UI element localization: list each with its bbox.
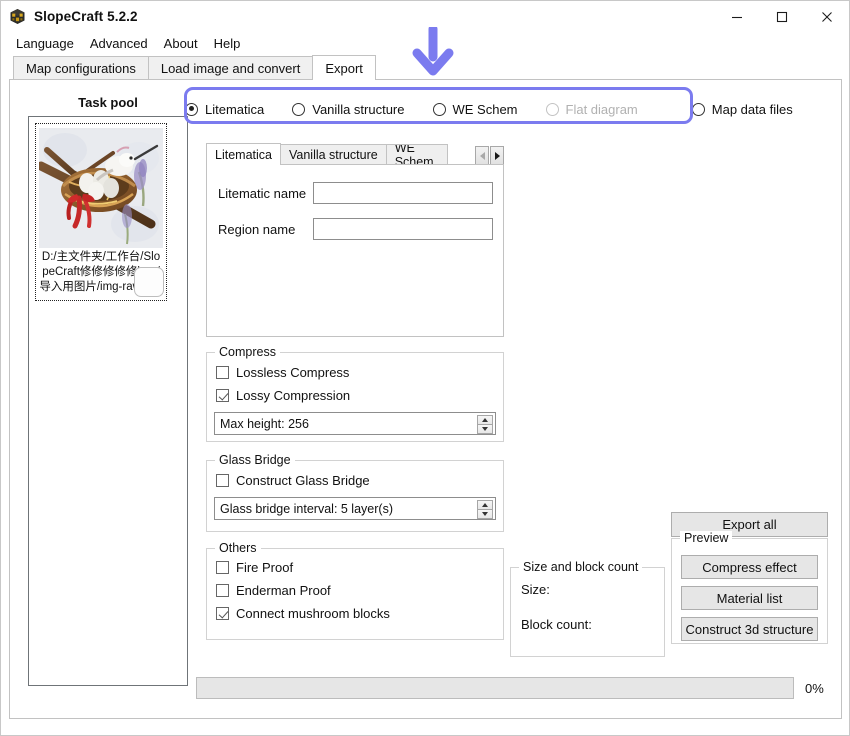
task-pool-title: Task pool bbox=[14, 95, 202, 110]
checkbox-indicator bbox=[216, 474, 229, 487]
main-tab-bar: Map configurations Load image and conver… bbox=[1, 55, 849, 80]
spinner-up-button[interactable] bbox=[477, 415, 493, 424]
app-cube-icon bbox=[9, 8, 26, 25]
region-name-row: Region name bbox=[218, 218, 503, 240]
menu-item-advanced[interactable]: Advanced bbox=[82, 34, 156, 54]
tab-export[interactable]: Export bbox=[312, 55, 376, 80]
radio-label: WE Schem bbox=[453, 102, 518, 117]
others-group-title: Others bbox=[215, 541, 261, 555]
compress-effect-button[interactable]: Compress effect bbox=[681, 555, 818, 579]
litematica-tab-page: Litematic name Region name bbox=[206, 164, 504, 337]
checkbox-label: Lossless Compress bbox=[236, 365, 349, 380]
task-pool-item[interactable]: D:/主文件夹/工作台/SlopeCraft修修修修修bug/导入用图片/img… bbox=[35, 123, 167, 301]
radio-indicator bbox=[292, 103, 305, 116]
checkbox-lossless-compress[interactable]: Lossless Compress bbox=[216, 365, 503, 380]
spinner-arrows[interactable] bbox=[477, 415, 493, 434]
scroll-right-arrow[interactable] bbox=[490, 146, 504, 165]
preview-group: Preview Compress effect Material list Co… bbox=[671, 538, 828, 644]
litematic-name-label: Litematic name bbox=[218, 186, 313, 201]
title-bar: SlopeCraft 5.2.2 bbox=[1, 1, 849, 32]
task-thumbnail-badge[interactable] bbox=[134, 267, 164, 297]
compress-group-title: Compress bbox=[215, 345, 280, 359]
material-list-button[interactable]: Material list bbox=[681, 586, 818, 610]
radio-indicator bbox=[433, 103, 446, 116]
checkbox-indicator bbox=[216, 584, 229, 597]
checkbox-indicator bbox=[216, 607, 229, 620]
window-title: SlopeCraft 5.2.2 bbox=[34, 9, 138, 24]
checkbox-fire-proof[interactable]: Fire Proof bbox=[216, 560, 503, 575]
region-name-input[interactable] bbox=[313, 218, 493, 240]
spinner-down-button[interactable] bbox=[477, 509, 493, 519]
inner-tab-vanilla-structure[interactable]: Vanilla structure bbox=[280, 144, 387, 165]
glass-bridge-interval-spinbox[interactable]: Glass bridge interval: 5 layer(s) bbox=[214, 497, 496, 520]
spinner-up-button[interactable] bbox=[477, 500, 493, 509]
compress-group: Compress Lossless Compress Lossy Compres… bbox=[206, 352, 504, 442]
construct-3d-structure-button[interactable]: Construct 3d structure bbox=[681, 617, 818, 641]
inner-tab-we-schem[interactable]: WE Schem bbox=[386, 144, 448, 165]
export-format-tab-bar: Litematica Vanilla structure WE Schem bbox=[206, 143, 504, 165]
close-button[interactable] bbox=[804, 1, 849, 32]
glass-bridge-group-title: Glass Bridge bbox=[215, 453, 295, 467]
inner-tab-litematica[interactable]: Litematica bbox=[206, 143, 281, 165]
menu-bar: Language Advanced About Help bbox=[1, 32, 849, 55]
progress-area: 0% bbox=[196, 676, 841, 700]
radio-indicator bbox=[546, 103, 559, 116]
size-block-count-title: Size and block count bbox=[519, 560, 642, 574]
size-value-label: Size: bbox=[521, 582, 664, 597]
radio-label: Map data files bbox=[712, 102, 793, 117]
checkbox-label: Lossy Compression bbox=[236, 388, 350, 403]
block-count-value-label: Block count: bbox=[521, 617, 664, 632]
preview-group-title: Preview bbox=[680, 531, 732, 545]
size-and-block-count-group: Size and block count Size: Block count: bbox=[510, 567, 665, 657]
radio-vanilla-structure[interactable]: Vanilla structure bbox=[292, 102, 404, 117]
glass-bridge-interval-value: Glass bridge interval: 5 layer(s) bbox=[215, 502, 393, 516]
checkbox-enderman-proof[interactable]: Enderman Proof bbox=[216, 583, 503, 598]
region-name-label: Region name bbox=[218, 222, 313, 237]
spinner-arrows[interactable] bbox=[477, 500, 493, 519]
radio-label: Litematica bbox=[205, 102, 264, 117]
menu-item-about[interactable]: About bbox=[156, 34, 206, 54]
radio-indicator bbox=[692, 103, 705, 116]
spinner-down-button[interactable] bbox=[477, 424, 493, 434]
litematic-name-row: Litematic name bbox=[218, 182, 503, 204]
window-controls bbox=[714, 1, 849, 32]
progress-bar bbox=[196, 677, 794, 699]
checkbox-label: Fire Proof bbox=[236, 560, 293, 575]
max-height-value: Max height: 256 bbox=[215, 417, 309, 431]
checkbox-label: Construct Glass Bridge bbox=[236, 473, 370, 488]
radio-flat-diagram: Flat diagram bbox=[546, 102, 638, 117]
radio-indicator bbox=[185, 103, 198, 116]
checkbox-construct-glass-bridge[interactable]: Construct Glass Bridge bbox=[216, 473, 503, 488]
menu-item-language[interactable]: Language bbox=[8, 34, 82, 54]
others-group: Others Fire Proof Enderman Proof Connect… bbox=[206, 548, 504, 640]
task-thumbnail bbox=[39, 128, 163, 248]
radio-label: Vanilla structure bbox=[312, 102, 404, 117]
export-type-radio-group: Litematica Vanilla structure WE Schem Fl… bbox=[185, 94, 835, 124]
litematic-name-input[interactable] bbox=[313, 182, 493, 204]
tab-map-configurations[interactable]: Map configurations bbox=[13, 56, 149, 80]
scroll-left-arrow[interactable] bbox=[475, 146, 489, 165]
checkbox-indicator bbox=[216, 366, 229, 379]
menu-item-help[interactable]: Help bbox=[206, 34, 249, 54]
export-panel: Task pool bbox=[9, 79, 842, 719]
radio-label: Flat diagram bbox=[566, 102, 638, 117]
glass-bridge-group: Glass Bridge Construct Glass Bridge Glas… bbox=[206, 460, 504, 532]
maximize-button[interactable] bbox=[759, 1, 804, 32]
progress-percent-label: 0% bbox=[805, 681, 824, 696]
application-window: SlopeCraft 5.2.2 Language Advanced About… bbox=[0, 0, 850, 736]
checkbox-indicator bbox=[216, 389, 229, 402]
checkbox-indicator bbox=[216, 561, 229, 574]
radio-we-schem[interactable]: WE Schem bbox=[433, 102, 518, 117]
radio-litematica[interactable]: Litematica bbox=[185, 102, 264, 117]
checkbox-label: Enderman Proof bbox=[236, 583, 331, 598]
minimize-button[interactable] bbox=[714, 1, 759, 32]
tab-load-image-and-convert[interactable]: Load image and convert bbox=[148, 56, 313, 80]
inner-tab-scrollers bbox=[474, 143, 504, 165]
checkbox-connect-mushroom-blocks[interactable]: Connect mushroom blocks bbox=[216, 606, 503, 621]
checkbox-lossy-compression[interactable]: Lossy Compression bbox=[216, 388, 503, 403]
checkbox-label: Connect mushroom blocks bbox=[236, 606, 390, 621]
task-pool-list[interactable]: D:/主文件夹/工作台/SlopeCraft修修修修修bug/导入用图片/img… bbox=[28, 116, 188, 686]
radio-map-data-files[interactable]: Map data files bbox=[692, 102, 793, 117]
max-height-spinbox[interactable]: Max height: 256 bbox=[214, 412, 496, 435]
